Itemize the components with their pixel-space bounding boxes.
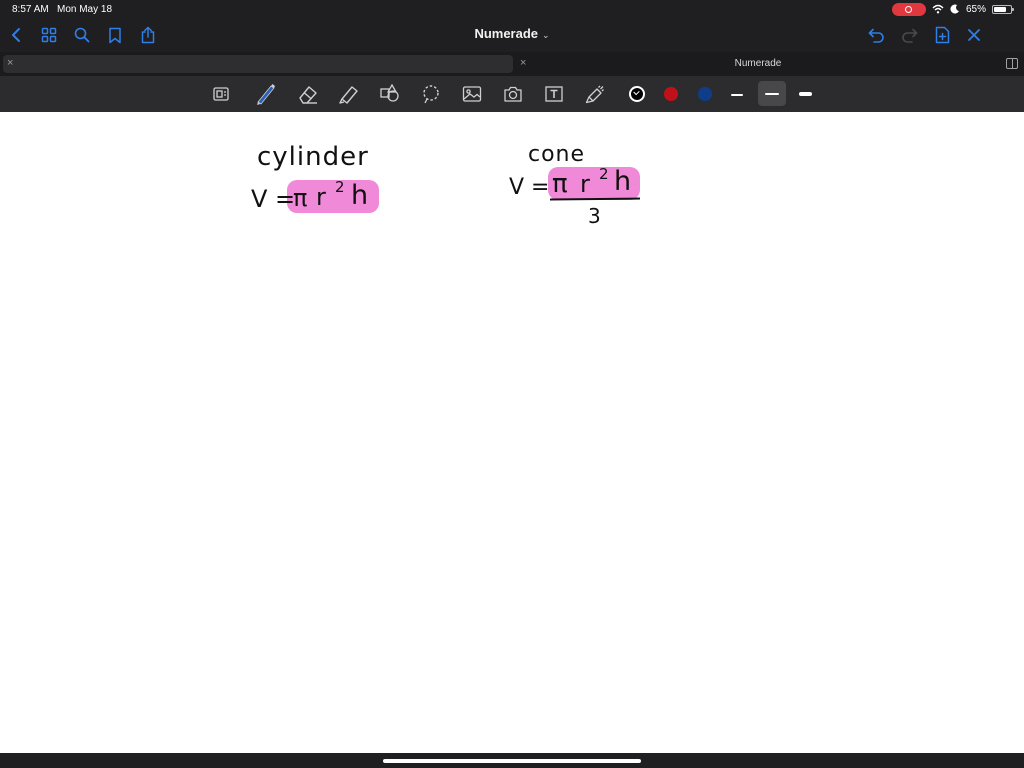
cone-h: h <box>614 166 632 197</box>
nav-bar: Numerade ⌄ <box>0 18 1024 52</box>
add-page-icon[interactable] <box>930 23 954 47</box>
color-swatch-blue[interactable] <box>698 87 712 101</box>
tab-document-2[interactable]: × Numerade <box>516 55 1000 73</box>
highlighter-icon[interactable] <box>337 82 361 106</box>
stroke-width-medium[interactable] <box>765 93 779 95</box>
split-view-icon[interactable] <box>1006 58 1018 69</box>
color-swatch-black[interactable] <box>629 86 645 102</box>
cylinder-r: r <box>316 183 326 211</box>
note-canvas[interactable]: cylinder V = π r 2 h cone V = π r 2 h 3 <box>0 112 1024 753</box>
undo-icon[interactable] <box>864 23 888 47</box>
battery-icon <box>992 4 1014 14</box>
close-icon[interactable] <box>962 23 986 47</box>
cone-r: r <box>580 170 590 198</box>
cone-heading: cone <box>528 142 586 167</box>
status-indicators: 65% <box>891 2 1014 16</box>
cone-fraction-bar <box>549 197 641 201</box>
cone-denominator: 3 <box>588 204 601 228</box>
cone-exponent: 2 <box>599 165 609 183</box>
redo-icon[interactable] <box>897 23 921 47</box>
home-indicator[interactable] <box>383 759 641 763</box>
page-scan-icon[interactable] <box>209 82 233 106</box>
document-title-text: Numerade <box>474 26 539 41</box>
stroke-width-thin[interactable] <box>731 94 743 96</box>
text-tool-icon[interactable] <box>542 82 566 106</box>
stroke-width-thick[interactable] <box>799 92 812 96</box>
cylinder-h: h <box>351 180 369 211</box>
battery-percent: 65% <box>965 3 986 15</box>
drawing-toolbar <box>0 76 1024 112</box>
screen-record-icon[interactable] <box>891 2 926 16</box>
laser-pointer-icon[interactable] <box>583 82 607 106</box>
image-icon[interactable] <box>460 82 484 106</box>
camera-icon[interactable] <box>501 82 525 106</box>
pen-icon[interactable] <box>254 82 278 106</box>
tab-bar: × × Numerade <box>0 52 1024 76</box>
tab-close-icon[interactable]: × <box>7 57 13 69</box>
wifi-icon <box>932 4 944 14</box>
home-bar <box>0 753 1024 768</box>
cone-pi: π <box>552 169 568 199</box>
eraser-icon[interactable] <box>296 82 320 106</box>
moon-icon <box>950 4 959 14</box>
color-swatch-red[interactable] <box>664 87 678 101</box>
cylinder-exponent: 2 <box>335 178 345 196</box>
status-bar: 8:57 AM Mon May 18 65% <box>0 0 1024 18</box>
status-date: Mon May 18 <box>57 4 113 15</box>
cylinder-heading: cylinder <box>257 142 369 172</box>
tab-label: Numerade <box>734 58 782 69</box>
cylinder-pi: π <box>293 184 308 212</box>
tab-document-1[interactable]: × <box>3 55 513 73</box>
shapes-icon[interactable] <box>378 82 402 106</box>
status-time: 8:57 AM <box>12 4 49 15</box>
chevron-down-icon: ⌄ <box>542 30 550 40</box>
lasso-icon[interactable] <box>419 82 443 106</box>
cone-lhs: V = <box>509 175 550 200</box>
cylinder-lhs: V = <box>251 185 296 213</box>
